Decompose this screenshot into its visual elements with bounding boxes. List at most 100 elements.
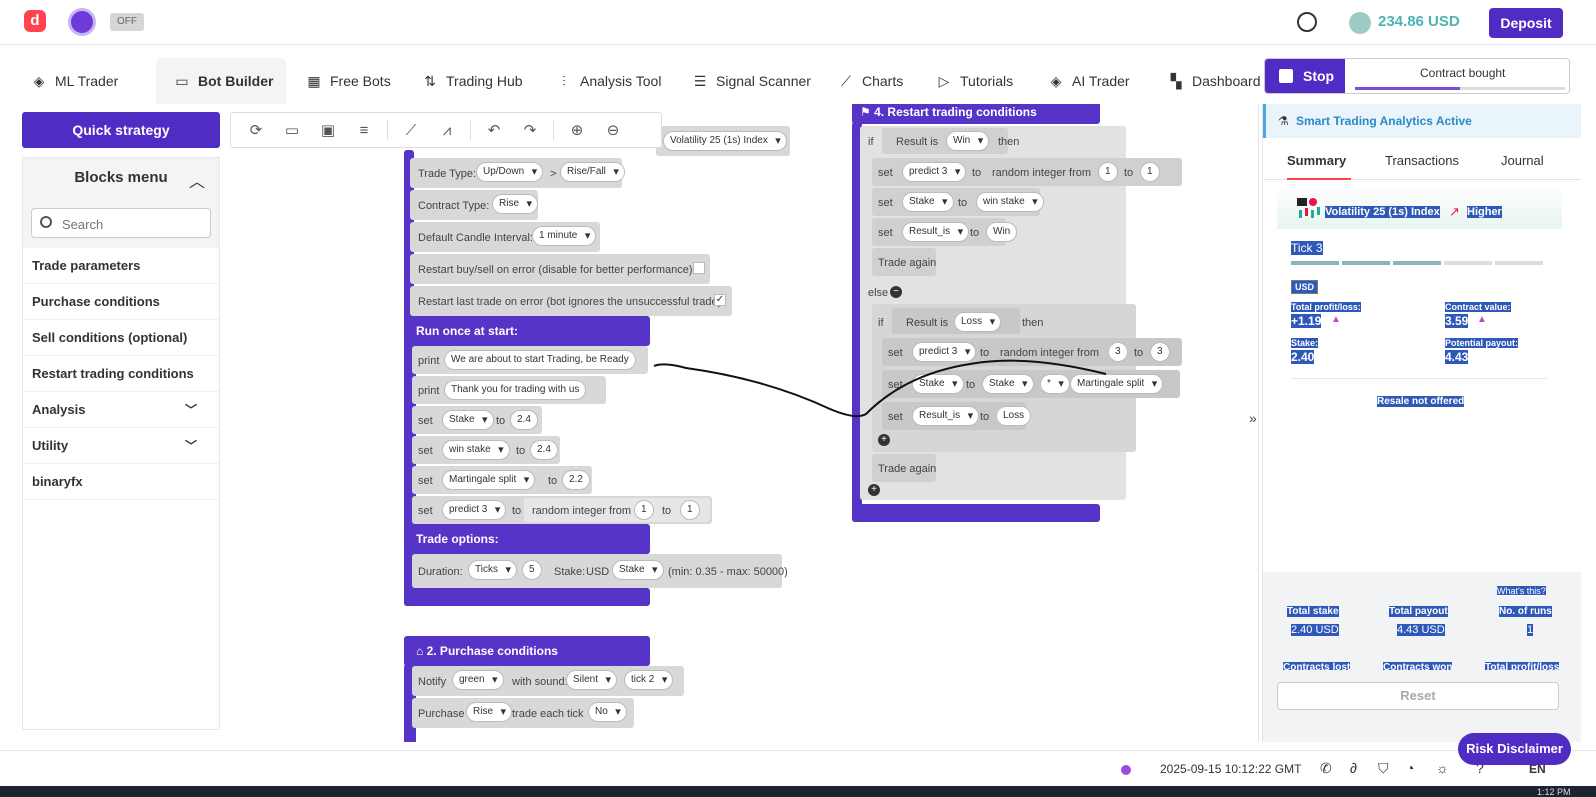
total-pl-stat-label: Total profit/loss <box>1485 662 1560 670</box>
currency-icon <box>1349 12 1371 34</box>
collapse-panel-icon[interactable]: » <box>1249 410 1257 426</box>
chevron-up-icon[interactable]: ︿ <box>189 168 205 192</box>
tab-dashboard[interactable]: ▚ Dashboard <box>1168 58 1262 104</box>
tab-label: AI Trader <box>1072 73 1130 89</box>
menu-item-restart-trading[interactable]: Restart trading conditions <box>23 356 219 392</box>
menu-item-label: Trade parameters <box>32 258 141 273</box>
tab-ai-trader[interactable]: ◈ AI Trader <box>1048 58 1138 104</box>
os-clock: 1:12 PM <box>1537 787 1571 797</box>
deposit-button[interactable]: Deposit <box>1489 8 1563 38</box>
contract-progress <box>1355 87 1565 90</box>
footer-bar: 2025-09-15 10:12:22 GMT ✆ ∂ ⛉ ◔ ☼ ? EN <box>0 750 1596 786</box>
whats-this-link[interactable]: What's this? <box>1497 586 1546 596</box>
chevron-down-icon: ﹀ <box>184 403 197 417</box>
up-indicator-icon: ▲ <box>1477 314 1487 325</box>
blocks-menu-panel: Blocks menu ︿ Trade parameters Purchase … <box>22 157 220 730</box>
tab-ml-trader[interactable]: ◈ ML Trader <box>31 58 146 104</box>
contracts-won-label: Contracts won <box>1383 662 1453 670</box>
blocks-menu-list: Trade parameters Purchase conditions Sel… <box>23 248 219 729</box>
contract-progress-fill <box>1355 87 1460 90</box>
theme-toggle-icon[interactable]: ☼ <box>1436 760 1449 776</box>
tick-segment <box>1342 261 1390 265</box>
tick-segment <box>1444 261 1492 265</box>
payout-label: Potential payout: <box>1445 338 1519 348</box>
run-panel: ⚗ Smart Trading Analytics Active Summary… <box>1262 104 1581 742</box>
total-payout-label: Total payout <box>1389 606 1448 617</box>
up-indicator-icon: ▲ <box>1331 314 1341 325</box>
tab-summary[interactable]: Summary <box>1287 144 1351 180</box>
tick-segment <box>1393 261 1441 265</box>
risk-disclaimer-button[interactable]: Risk Disclaimer <box>1458 733 1571 765</box>
menu-item-label: Restart trading conditions <box>32 366 194 381</box>
whatsapp-icon[interactable]: ✆ <box>1320 760 1332 777</box>
volatility-index-icon <box>1297 198 1320 218</box>
top-header: d OFF 234.86 USD Deposit <box>0 0 1596 45</box>
tab-label: Dashboard <box>1192 73 1261 89</box>
menu-item-purchase-conditions[interactable]: Purchase conditions <box>23 284 219 320</box>
connection-status-dot <box>1121 765 1131 775</box>
contract-symbol: Volatility 25 (1s) Index <box>1325 206 1440 218</box>
stop-button[interactable]: Stop <box>1265 59 1345 93</box>
menu-item-analysis[interactable]: Analysis ﹀ <box>23 392 219 428</box>
grid-icon: ▦ <box>307 73 321 89</box>
tab-label: Bot Builder <box>198 73 274 89</box>
tab-label: Tutorials <box>960 73 1014 89</box>
menu-item-label: Sell conditions (optional) <box>32 330 188 345</box>
deriv-icon[interactable]: ∂ <box>1350 760 1357 776</box>
toggle-off-badge[interactable]: OFF <box>110 13 144 31</box>
search-input[interactable] <box>62 214 202 234</box>
contract-direction: Higher <box>1467 206 1502 218</box>
user-account-icon[interactable] <box>1297 12 1317 32</box>
menu-item-label: Utility <box>32 438 69 453</box>
shield-icon[interactable]: ⛉ <box>1378 760 1389 777</box>
stop-icon <box>1279 69 1293 83</box>
smart-analytics-label: Smart Trading Analytics Active <box>1296 114 1472 128</box>
layers-icon: ◈ <box>1050 73 1062 89</box>
tab-journal[interactable]: Journal <box>1501 144 1544 180</box>
search-icon <box>40 216 52 228</box>
tab-charts[interactable]: ⟋ Charts <box>838 58 910 104</box>
total-stake-value: 2.40 USD <box>1291 624 1339 636</box>
tab-label: Free Bots <box>330 73 391 89</box>
menu-item-sell-conditions[interactable]: Sell conditions (optional) <box>23 320 219 356</box>
gauge-icon[interactable]: ◔ <box>1406 760 1414 776</box>
layers-icon: ◈ <box>33 73 45 89</box>
tab-transactions[interactable]: Transactions <box>1385 144 1459 180</box>
blockly-workspace[interactable]: Volatility 25 (1s) Index Trade Type: Up/… <box>226 104 1259 742</box>
chevron-down-icon: ﹀ <box>184 439 197 453</box>
total-pl-value: +1.19 <box>1291 314 1322 328</box>
reset-button[interactable]: Reset <box>1277 682 1559 710</box>
menu-item-label: Purchase conditions <box>32 294 160 309</box>
tab-analysis-tool[interactable]: ⫶ Analysis Tool <box>556 58 676 104</box>
menu-item-trade-parameters[interactable]: Trade parameters <box>23 248 219 284</box>
builder-icon: ▭ <box>175 73 189 89</box>
tab-tutorials[interactable]: ▷ Tutorials <box>936 58 1026 104</box>
tab-trading-hub[interactable]: ⇅ Trading Hub <box>422 58 532 104</box>
tab-label: Charts <box>862 73 904 89</box>
stats-panel: What's this? Total stake 2.40 USD Total … <box>1263 572 1581 742</box>
main-nav: ◈ ML Trader ▭ Bot Builder ▦ Free Bots ⇅ … <box>0 58 1262 104</box>
runs-value: 1 <box>1527 624 1534 636</box>
contracts-lost-label: Contracts lost <box>1283 662 1351 670</box>
smart-analytics-banner: ⚗ Smart Trading Analytics Active <box>1263 104 1581 138</box>
run-panel-tabs: Summary Transactions Journal <box>1263 144 1581 180</box>
account-balance[interactable]: 234.86 USD <box>1378 13 1460 30</box>
menu-item-utility[interactable]: Utility ﹀ <box>23 428 219 464</box>
contract-value: 3.59 <box>1445 314 1469 328</box>
deriv-logo[interactable]: d <box>24 10 46 32</box>
tab-free-bots[interactable]: ▦ Free Bots <box>306 58 402 104</box>
search-box[interactable] <box>31 208 211 238</box>
contract-status: Contract bought <box>1420 66 1506 80</box>
menu-item-label: binaryfx <box>32 474 83 489</box>
menu-item-binaryfx[interactable]: binaryfx <box>23 464 219 500</box>
extension-icon[interactable] <box>68 8 96 36</box>
chart-icon: ⟋ <box>841 73 851 89</box>
tick-segment <box>1291 261 1339 265</box>
card-divider <box>1291 378 1547 379</box>
tab-signal-scanner[interactable]: ☰ Signal Scanner <box>692 58 812 104</box>
dashboard-icon: ▚ <box>1170 73 1182 89</box>
quick-strategy-button[interactable]: Quick strategy <box>22 112 220 148</box>
run-panel-bar: Stop Contract bought <box>1264 58 1570 94</box>
tab-bot-builder[interactable]: ▭ Bot Builder <box>156 58 286 104</box>
tick-counter: Tick 3 <box>1291 241 1323 255</box>
